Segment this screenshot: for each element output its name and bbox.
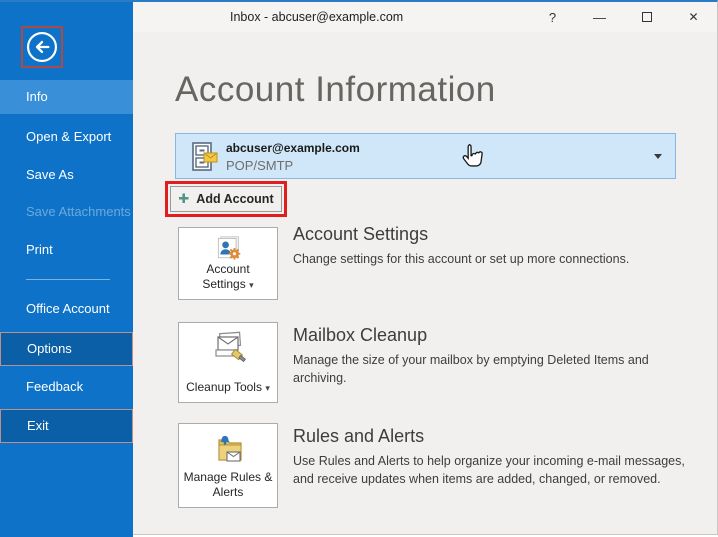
plus-icon: ✚ <box>178 191 189 207</box>
account-selector-dropdown[interactable]: abcuser@example.com POP/SMTP <box>175 133 676 179</box>
section-heading-rules-alerts: Rules and Alerts <box>293 426 424 447</box>
dropdown-caret-icon: ▾ <box>265 383 270 393</box>
maximize-button[interactable] <box>623 2 670 32</box>
section-description-mailbox-cleanup: Manage the size of your mailbox by empty… <box>293 351 685 387</box>
backstage-sidebar: Info Open & Export Save As Save Attachme… <box>0 2 133 537</box>
account-settings-icon <box>211 236 245 262</box>
sidebar-item-save-as[interactable]: Save As <box>0 158 133 192</box>
cleanup-tools-button[interactable]: Cleanup Tools ▾ <box>178 322 278 403</box>
section-description-account-settings: Change settings for this account or set … <box>293 250 685 268</box>
back-arrow-icon[interactable] <box>24 29 60 65</box>
sidebar-item-options[interactable]: Options <box>0 332 133 366</box>
outlook-backstage-window: Inbox - abcuser@example.com ? — ✕ Info O… <box>0 0 718 535</box>
sidebar-divider <box>26 279 110 280</box>
titlebar: Inbox - abcuser@example.com ? — ✕ <box>133 2 717 32</box>
sidebar-item-print[interactable]: Print <box>0 233 133 267</box>
help-button[interactable]: ? <box>529 2 576 32</box>
manage-rules-alerts-button[interactable]: Manage Rules & Alerts <box>178 423 278 508</box>
sidebar-item-info[interactable]: Info <box>0 80 133 114</box>
section-heading-mailbox-cleanup: Mailbox Cleanup <box>293 325 427 346</box>
add-account-button[interactable]: ✚ Add Account <box>170 186 282 212</box>
cleanup-tools-button-label: Cleanup Tools ▾ <box>186 380 270 396</box>
window-controls: ? — ✕ <box>529 2 717 32</box>
manage-rules-button-label: Manage Rules & Alerts <box>183 470 273 501</box>
page-title: Account Information <box>175 70 496 110</box>
section-description-rules-alerts: Use Rules and Alerts to help organize yo… <box>293 452 685 488</box>
sidebar-item-exit[interactable]: Exit <box>0 409 133 443</box>
rules-alerts-icon <box>210 432 246 468</box>
back-button-highlight-annotation <box>21 26 63 68</box>
window-title: Inbox - abcuser@example.com <box>230 10 403 24</box>
sidebar-item-feedback[interactable]: Feedback <box>0 370 133 404</box>
section-heading-account-settings: Account Settings <box>293 224 428 245</box>
account-email: abcuser@example.com <box>226 141 360 155</box>
file-cabinet-icon <box>189 141 219 173</box>
sidebar-item-open-export[interactable]: Open & Export <box>0 120 133 154</box>
maximize-icon <box>642 12 652 22</box>
account-settings-button-label: Account Settings ▾ <box>183 262 273 293</box>
add-account-label: Add Account <box>196 192 273 206</box>
chevron-down-icon <box>654 154 662 159</box>
account-protocol: POP/SMTP <box>226 158 293 173</box>
sidebar-item-save-attachments: Save Attachments <box>0 195 133 229</box>
sidebar-item-office-account[interactable]: Office Account <box>0 292 133 326</box>
account-settings-button[interactable]: Account Settings ▾ <box>178 227 278 300</box>
dropdown-caret-icon: ▾ <box>249 280 254 290</box>
add-account-highlight-annotation: ✚ Add Account <box>165 181 287 217</box>
cleanup-tools-icon <box>210 331 246 365</box>
minimize-button[interactable]: — <box>576 2 623 32</box>
close-button[interactable]: ✕ <box>670 2 717 32</box>
